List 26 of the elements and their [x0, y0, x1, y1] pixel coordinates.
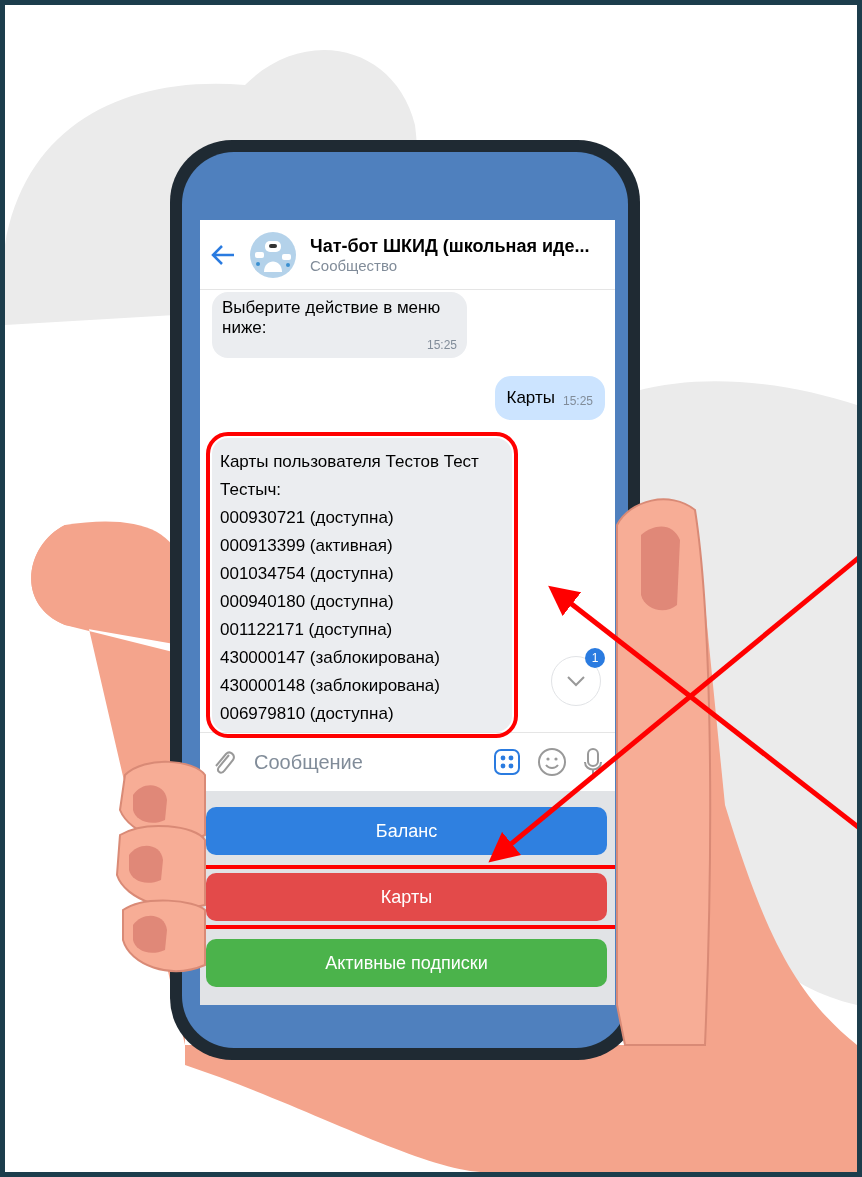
card-entry: 430000148 (заблокирована)	[220, 675, 441, 697]
unread-badge: 1	[585, 648, 605, 668]
chevron-down-icon	[566, 675, 586, 687]
message-time: 15:25	[426, 338, 457, 352]
card-entry: 001034754 (доступна)	[220, 563, 395, 585]
back-arrow-icon[interactable]	[210, 243, 236, 266]
keyboard-button[interactable]: Активные подписки	[206, 939, 607, 987]
chat-subtitle: Сообщество	[310, 256, 399, 274]
smiley-icon[interactable]	[537, 747, 567, 777]
message-input[interactable]: Сообщение	[252, 749, 477, 775]
robot-avatar-icon	[250, 231, 296, 278]
card-entry: 000930721 (доступна)	[220, 507, 395, 529]
card-entry: 000913399 (активная)	[220, 535, 394, 557]
chat-title: Чат-бот ШКИД (школьная иде...	[310, 235, 590, 257]
keyboard-button[interactable]: Карты	[206, 873, 607, 921]
microphone-icon[interactable]	[583, 747, 603, 777]
keyboard-button[interactable]: Баланс	[206, 807, 607, 855]
message-text: Выберите действие в меню ниже:	[222, 298, 442, 338]
message-time: 15:25	[562, 394, 593, 408]
keyboard-toggle-icon[interactable]	[493, 748, 521, 776]
card-entry: 001122171 (доступна)	[220, 619, 394, 641]
card-entry: 000940180 (доступна)	[220, 591, 395, 613]
card-entry: 006979810 (доступна)	[220, 703, 395, 725]
card-entry: 430000147 (заблокирована)	[220, 647, 441, 669]
message-text: Карты	[506, 388, 555, 408]
message-text: Карты пользователя Тестов Тест Тестыч:	[220, 451, 480, 501]
